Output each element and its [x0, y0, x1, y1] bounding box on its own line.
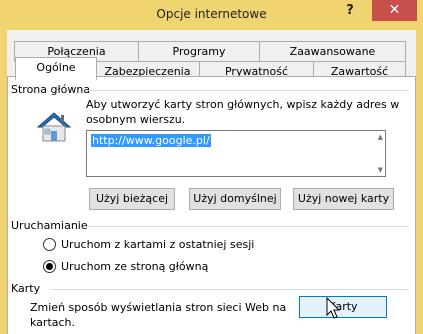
tab-zaawansowane[interactable]: Zaawansowane — [259, 41, 406, 62]
homepage-url-textarea[interactable]: http://www.google.pl/ ▲ ▼ — [86, 130, 386, 177]
radio-last-session-label[interactable]: Uruchom z kartami z ostatniej sesji — [61, 238, 254, 251]
homepage-description-line1: Aby utworzyć karty stron głównych, wpisz… — [86, 98, 400, 111]
radio-selected-dot — [46, 263, 53, 270]
scroll-down-arrow-icon[interactable]: ▼ — [378, 166, 383, 174]
use-current-button[interactable]: Użyj bieżącej — [89, 188, 175, 210]
house-icon — [36, 112, 72, 142]
homepage-description-line2: osobnym wierszu. — [86, 113, 186, 126]
radio-last-session[interactable] — [43, 238, 56, 251]
tabs-description-line2: kartach. — [30, 316, 76, 329]
radio-homepage[interactable] — [43, 260, 56, 273]
homepage-group-divider — [88, 90, 409, 91]
startup-group-label: Uruchamianie — [11, 219, 88, 232]
startup-group-divider — [87, 226, 409, 227]
mouse-cursor-icon — [326, 297, 341, 319]
tabs-description-line1: Zmień sposób wyświetlania stron sieci We… — [30, 301, 287, 314]
scroll-up-arrow-icon[interactable]: ▲ — [378, 133, 383, 141]
use-new-tab-button[interactable]: Użyj nowej karty — [293, 188, 394, 210]
homepage-group-label: Strona główna — [11, 83, 91, 96]
use-default-button[interactable]: Użyj domyślnej — [189, 188, 281, 210]
title-bar: Opcje internetowe ? ✕ — [0, 0, 423, 30]
homepage-url-value: http://www.google.pl/ — [91, 134, 211, 147]
tabs-settings-button[interactable]: Karty — [299, 296, 387, 318]
tab-page-general: Ogólne Strona główna Aby utworzyć karty … — [7, 57, 416, 334]
tab-programy[interactable]: Programy — [138, 41, 260, 62]
radio-homepage-label[interactable]: Uruchom ze stroną główną — [61, 260, 208, 273]
tab-ogolne[interactable]: Ogólne — [15, 57, 97, 80]
close-button[interactable]: ✕ — [372, 0, 417, 21]
help-button[interactable]: ? — [334, 0, 366, 22]
tabs-group-label: Karty — [11, 282, 41, 295]
tabs-group-divider — [50, 289, 409, 290]
